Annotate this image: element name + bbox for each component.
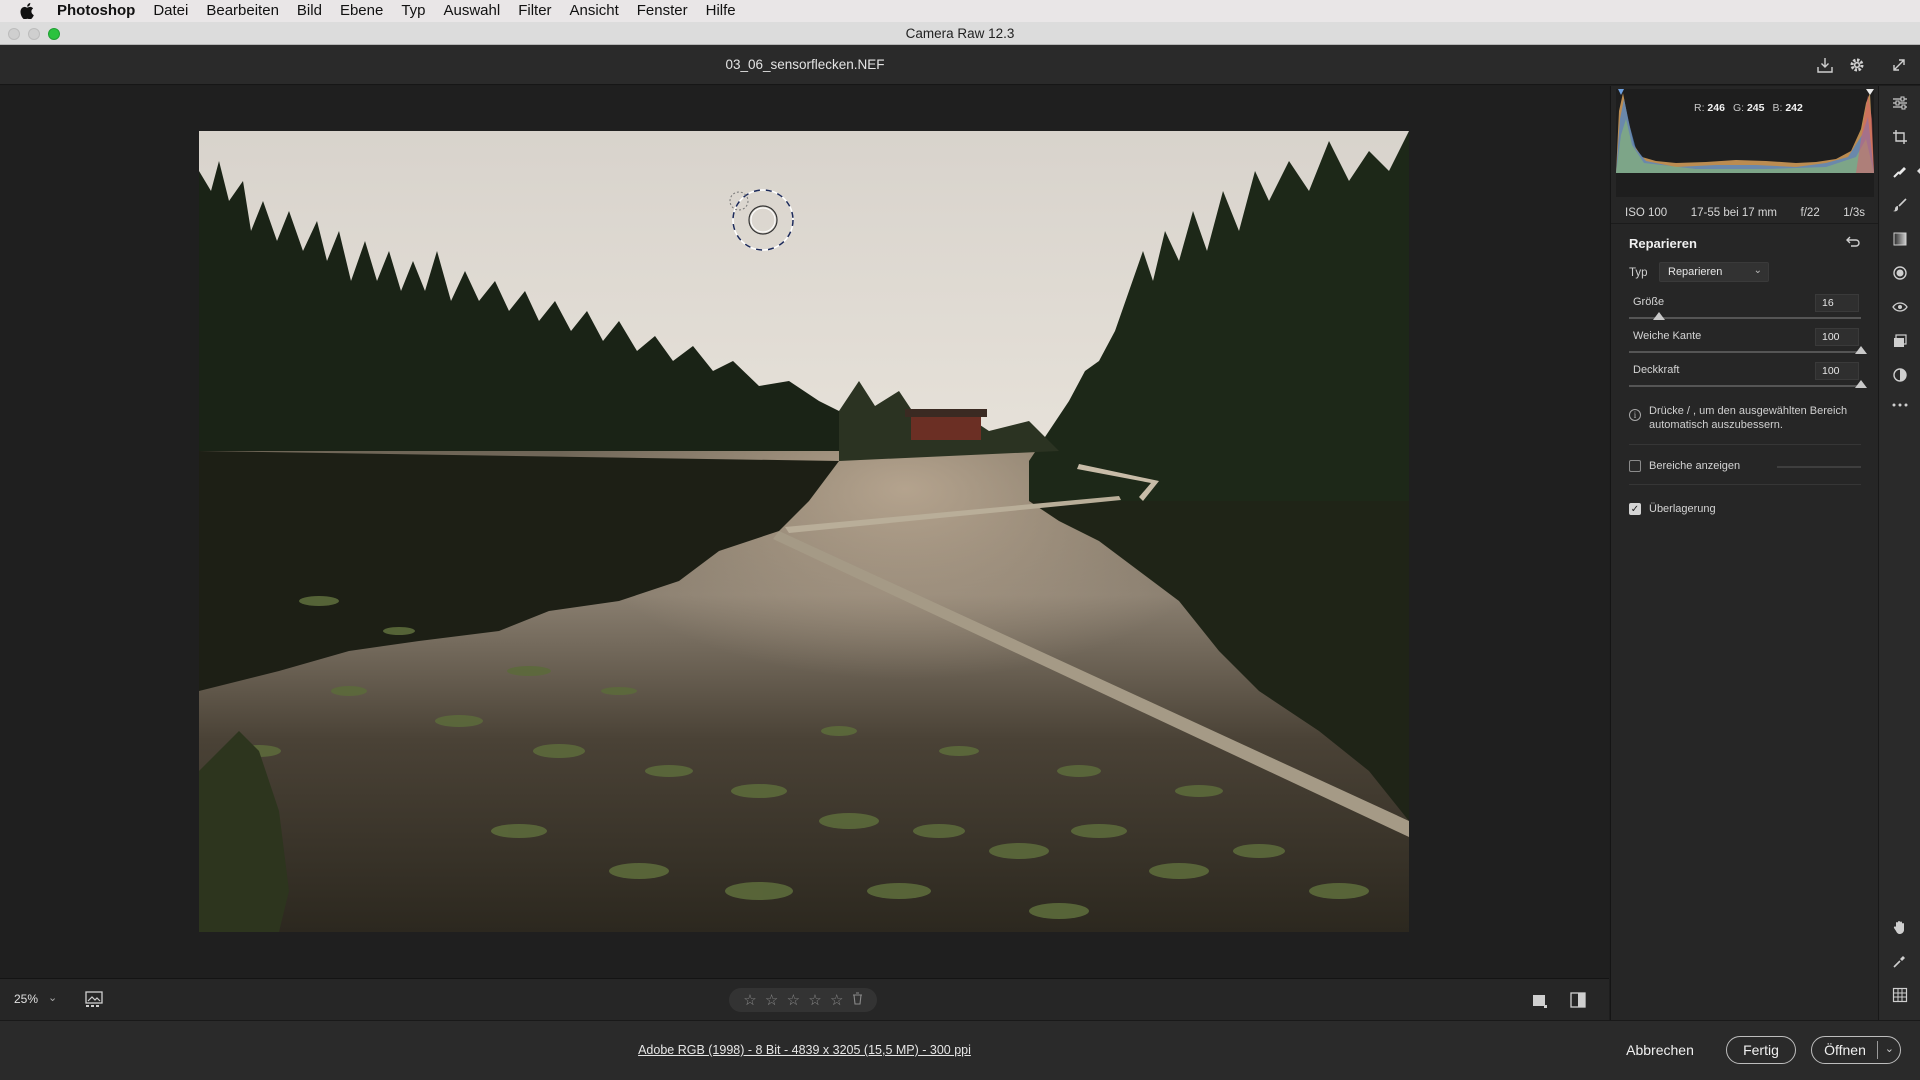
size-label: Größe (1633, 296, 1665, 308)
apple-icon[interactable] (16, 0, 38, 22)
size-slider-thumb[interactable] (1653, 312, 1666, 320)
menu-app-photoshop[interactable]: Photoshop (48, 0, 144, 22)
show-areas-label: Bereiche anzeigen (1649, 460, 1741, 472)
open-button-label: Öffnen (1824, 1042, 1866, 1058)
edit-sliders-icon[interactable] (1889, 92, 1911, 114)
filmstrip-icon[interactable] (84, 990, 106, 1008)
type-select[interactable]: Reparieren ⌄ (1659, 262, 1769, 282)
overlay-label: Überlagerung (1649, 503, 1716, 515)
menu-ebene[interactable]: Ebene (331, 0, 392, 22)
crop-icon[interactable] (1889, 126, 1911, 148)
adjustment-brush-icon[interactable] (1889, 194, 1911, 216)
chevron-down-icon: ⌄ (1753, 265, 1762, 276)
info-icon: i (1629, 409, 1641, 421)
camera-raw-app: Photoshop Datei Bearbeiten Bild Ebene Ty… (0, 0, 1920, 1080)
feather-value[interactable]: 100 (1815, 328, 1859, 346)
menu-auswahl[interactable]: Auswahl (435, 0, 510, 22)
star-rating[interactable]: ☆ ☆ ☆ ☆ ☆ (729, 988, 877, 1012)
grid-icon[interactable] (1889, 984, 1911, 1006)
radial-filter-icon[interactable] (1889, 262, 1911, 284)
star-icon[interactable]: ☆ (787, 993, 800, 1008)
rgb-readout: R: 246 G: 245 B: 242 (1694, 102, 1803, 114)
bottom-toolbar: 25% ⌄ ☆ ☆ ☆ ☆ ☆ (0, 978, 1609, 1020)
overlay-row[interactable]: ✓ Überlagerung (1629, 501, 1716, 517)
graduated-filter-icon[interactable] (1889, 228, 1911, 250)
star-icon[interactable]: ☆ (808, 993, 821, 1008)
exif-shutter: 1/3s (1843, 206, 1865, 219)
info-text: Drücke / , um den ausgewählten Bereich a… (1649, 405, 1848, 431)
opacity-label: Deckkraft (1633, 364, 1680, 376)
more-icon[interactable] (1889, 394, 1911, 416)
single-view-icon[interactable] (1530, 991, 1550, 1009)
menu-bearbeiten[interactable]: Bearbeiten (197, 0, 288, 22)
size-value[interactable]: 16 (1815, 294, 1859, 312)
divider (1629, 484, 1861, 485)
star-icon[interactable]: ☆ (743, 993, 756, 1008)
menu-ansicht[interactable]: Ansicht (561, 0, 628, 22)
type-label: Typ (1629, 267, 1648, 279)
show-areas-slider[interactable] (1777, 466, 1861, 468)
spot-removal-overlay[interactable] (199, 131, 1409, 932)
star-icon[interactable]: ☆ (765, 993, 778, 1008)
menu-hilfe[interactable]: Hilfe (697, 0, 745, 22)
histogram: R: 246 G: 245 B: 242 (1616, 89, 1874, 197)
opacity-value[interactable]: 100 (1815, 362, 1859, 380)
save-image-icon[interactable] (1814, 54, 1836, 76)
overlay-checkbox[interactable]: ✓ (1629, 503, 1641, 515)
red-eye-icon[interactable] (1889, 296, 1911, 318)
show-areas-checkbox[interactable] (1629, 460, 1641, 472)
opacity-slider-thumb[interactable] (1855, 380, 1867, 388)
open-button[interactable]: Öffnen ⌄ (1811, 1036, 1901, 1064)
zoom-level[interactable]: 25% (14, 992, 38, 1006)
hand-icon[interactable] (1889, 916, 1911, 938)
show-areas-row[interactable]: Bereiche anzeigen (1629, 458, 1740, 474)
cancel-button[interactable]: Abbrechen (1614, 1036, 1706, 1064)
preferences-gear-icon[interactable] (1846, 54, 1868, 76)
trash-icon[interactable] (852, 992, 863, 1008)
exif-lens: 17-55 bei 17 mm (1690, 206, 1778, 219)
divider (1629, 444, 1861, 445)
exif-iso: ISO 100 (1625, 206, 1668, 219)
opacity-slider[interactable] (1629, 385, 1861, 387)
photo-preview[interactable] (199, 131, 1409, 932)
menu-typ[interactable]: Typ (392, 0, 434, 22)
tool-strip (1878, 86, 1920, 1020)
open-options-icon[interactable]: ⌄ (1885, 1042, 1894, 1055)
menu-datei[interactable]: Datei (144, 0, 197, 22)
menu-bar: Photoshop Datei Bearbeiten Bild Ebene Ty… (0, 0, 1920, 22)
panel-title: Reparieren (1629, 236, 1697, 251)
color-sampler-icon[interactable] (1889, 950, 1911, 972)
feather-slider-thumb[interactable] (1855, 346, 1867, 354)
menu-bild[interactable]: Bild (288, 0, 331, 22)
presets-icon[interactable] (1889, 364, 1911, 386)
window-title: Camera Raw 12.3 (905, 26, 1015, 41)
feather-label: Weiche Kante (1633, 330, 1702, 342)
star-icon[interactable]: ☆ (830, 993, 843, 1008)
highlight-clipping-icon (1866, 89, 1874, 95)
menu-fenster[interactable]: Fenster (628, 0, 697, 22)
image-canvas[interactable] (0, 86, 1609, 978)
snapshots-icon[interactable] (1889, 330, 1911, 352)
document-filename: 03_06_sensorflecken.NEF (725, 57, 885, 72)
workflow-options-link[interactable]: Adobe RGB (1998) - 8 Bit - 4839 x 3205 (… (0, 1043, 1609, 1057)
fullscreen-icon[interactable] (1888, 54, 1910, 76)
type-select-value: Reparieren (1668, 266, 1723, 278)
exif-info: ISO 100 17-55 bei 17 mm f/22 1/3s (1611, 202, 1879, 224)
menu-filter[interactable]: Filter (509, 0, 560, 22)
dialog-footer: Adobe RGB (1998) - 8 Bit - 4839 x 3205 (… (0, 1020, 1920, 1080)
zoom-dropdown-icon[interactable]: ⌄ (48, 991, 57, 1004)
reset-icon[interactable] (1845, 234, 1861, 250)
before-after-icon[interactable] (1569, 991, 1589, 1009)
exif-aperture: f/22 (1800, 206, 1820, 219)
window-title-bar: Camera Raw 12.3 (0, 22, 1920, 45)
settings-panel: R: 246 G: 245 B: 242 ISO 100 17-55 bei 1… (1610, 86, 1879, 1020)
spot-removal-icon[interactable] (1889, 160, 1920, 182)
document-header: 03_06_sensorflecken.NEF (0, 45, 1920, 85)
done-button[interactable]: Fertig (1726, 1036, 1796, 1064)
feather-slider[interactable] (1629, 351, 1861, 353)
